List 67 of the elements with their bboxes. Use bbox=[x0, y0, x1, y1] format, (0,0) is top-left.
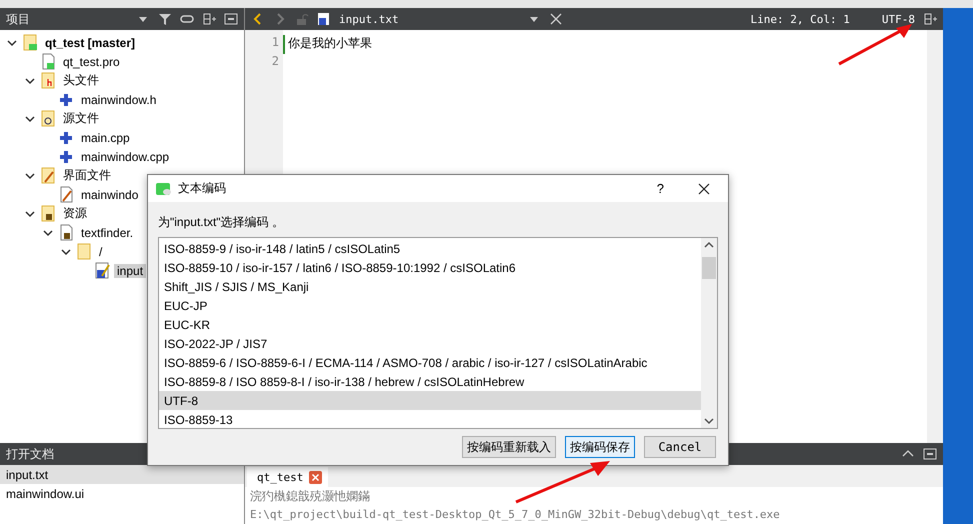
file-icon bbox=[58, 91, 74, 108]
file-icon bbox=[58, 148, 74, 165]
dialog-button[interactable]: 按编码保存 bbox=[565, 436, 635, 458]
encoding-item[interactable]: Shift_JIS / SJIS / MS_Kanji bbox=[159, 277, 701, 296]
code-line: 你是我的小苹果 bbox=[288, 36, 372, 50]
tree-item[interactable]: mainwindo bbox=[78, 188, 142, 202]
folder-icon bbox=[40, 110, 56, 127]
scrollbar-thumb[interactable] bbox=[702, 257, 716, 279]
tree-item[interactable]: textfinder. bbox=[78, 226, 136, 240]
folder-icon bbox=[40, 72, 56, 89]
file-name: input.txt bbox=[339, 12, 400, 26]
dialog-title: 文本编码 bbox=[178, 180, 227, 197]
tree-item[interactable]: 头文件 bbox=[60, 72, 102, 89]
encoding-item[interactable]: ISO-2022-JP / JIS7 bbox=[159, 334, 701, 353]
app-icon bbox=[156, 182, 172, 196]
filter-icon[interactable] bbox=[158, 12, 172, 26]
help-button[interactable]: ? bbox=[656, 181, 664, 196]
cursor-position: Line: 2, Col: 1 bbox=[750, 12, 850, 26]
output-tab[interactable]: qt_test bbox=[247, 467, 328, 487]
tree-item[interactable]: mainwindow.cpp bbox=[78, 150, 172, 164]
tree-item[interactable]: main.cpp bbox=[78, 130, 133, 144]
tree-item[interactable]: 源文件 bbox=[60, 110, 102, 127]
document-item[interactable]: input.txt bbox=[0, 465, 244, 484]
panel-title: 项目 bbox=[6, 10, 31, 28]
line-number: 1 bbox=[270, 35, 280, 51]
file-icon bbox=[58, 224, 74, 241]
folder-icon bbox=[76, 243, 92, 260]
encoding-item[interactable]: ISO-8859-6 / ISO-8859-6-I / ECMA-114 / ASMO-708 / arabic / iso-ir-127 / csISOLatinArabic bbox=[159, 353, 701, 372]
encoding-label[interactable]: UTF-8 bbox=[882, 12, 915, 26]
tree-item[interactable]: 界面文件 bbox=[60, 167, 114, 184]
dialog-button[interactable]: 按编码重新载入 bbox=[462, 436, 556, 458]
split-icon[interactable] bbox=[202, 12, 216, 26]
output-line: 浣犳槸鎴戠殑灏忚嫻鏋 bbox=[249, 488, 371, 504]
folder-icon bbox=[40, 167, 56, 184]
encoding-item[interactable]: ISO-8859-9 / iso-ir-148 / latin5 / csISOLatin5 bbox=[159, 239, 701, 258]
tree-item[interactable]: input bbox=[114, 264, 146, 278]
tree-item[interactable]: qt_test [master] bbox=[42, 36, 138, 50]
dialog-button[interactable]: Cancel bbox=[644, 436, 716, 458]
file-icon bbox=[58, 129, 74, 146]
prompt-text: 为"input.txt"选择编码 。 bbox=[157, 214, 285, 231]
tree-item[interactable]: qt_test.pro bbox=[60, 54, 123, 68]
output-line: E:\qt_project\build-qt_test-Desktop_Qt_5_7_0_MinGW_32bit-Debug\debug\qt_test.exe bbox=[249, 506, 781, 523]
file-icon bbox=[317, 12, 331, 26]
split-icon[interactable] bbox=[923, 12, 937, 26]
encoding-item[interactable]: ISO-8859-10 / iso-ir-157 / latin6 / ISO-8859-10:1992 / csISOLatin6 bbox=[159, 258, 701, 277]
tree-item[interactable]: 资源 bbox=[60, 205, 90, 222]
scrollbar[interactable] bbox=[927, 30, 943, 443]
lock-icon bbox=[295, 12, 309, 26]
close-pane-icon[interactable] bbox=[224, 12, 238, 26]
encoding-item[interactable]: EUC-JP bbox=[159, 296, 701, 315]
folder-icon bbox=[22, 34, 38, 51]
encoding-item[interactable]: EUC-KR bbox=[159, 315, 701, 334]
file-icon bbox=[40, 53, 56, 70]
close-pane-icon[interactable] bbox=[923, 447, 937, 461]
encoding-item[interactable]: ISO-8859-13 bbox=[159, 410, 701, 428]
panel-title: 打开文档 bbox=[6, 446, 55, 462]
scroll-up-icon[interactable] bbox=[704, 241, 714, 249]
line-number: 2 bbox=[270, 54, 280, 70]
tree-item[interactable]: / bbox=[96, 244, 106, 258]
scroll-down-icon[interactable] bbox=[704, 417, 714, 425]
encoding-item[interactable]: ISO-8859-8 / ISO 8859-8-I / iso-ir-138 / hebrew / csISOLatinHebrew bbox=[159, 372, 701, 391]
encoding-item[interactable]: UTF-8 bbox=[159, 391, 701, 410]
folder-icon bbox=[40, 205, 56, 222]
file-icon bbox=[58, 186, 74, 203]
tree-item[interactable]: mainwindow.h bbox=[78, 92, 160, 106]
file-icon bbox=[94, 262, 110, 279]
close-icon[interactable] bbox=[698, 182, 710, 194]
